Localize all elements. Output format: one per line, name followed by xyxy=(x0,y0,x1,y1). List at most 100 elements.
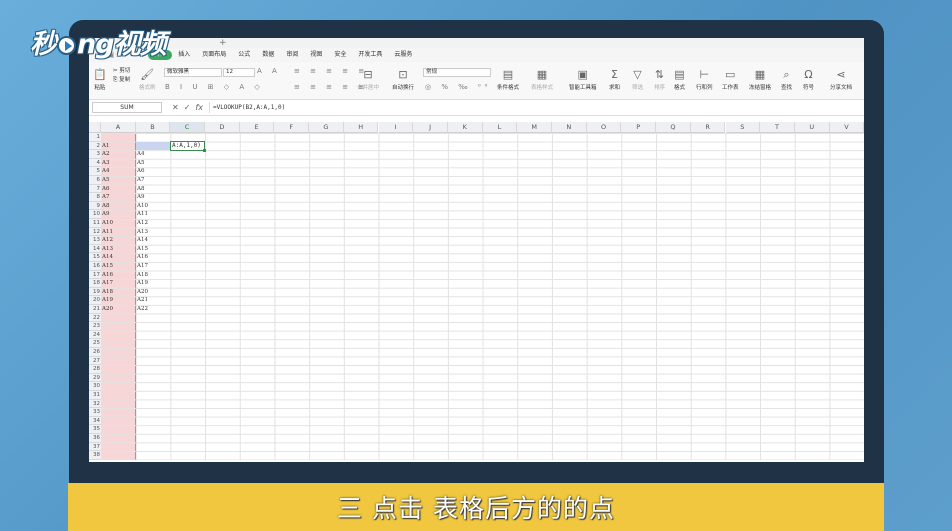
cell[interactable]: A16 xyxy=(101,271,113,280)
smart-tools-button[interactable]: ▣ 智能工具箱 xyxy=(569,68,597,91)
column-header[interactable]: S xyxy=(725,122,761,133)
row-header[interactable]: 35 xyxy=(89,425,101,434)
cell[interactable]: A19 xyxy=(101,296,113,305)
row-header[interactable]: 28 xyxy=(89,365,101,374)
menu-tab[interactable]: 开发工具 xyxy=(352,50,388,60)
cell[interactable]: A7 xyxy=(101,193,109,202)
row-header[interactable]: 24 xyxy=(89,330,101,340)
cell[interactable]: A13 xyxy=(136,228,148,237)
cell[interactable]: A6 xyxy=(136,167,144,176)
column-header[interactable]: G xyxy=(309,122,344,133)
row-header[interactable]: 21 xyxy=(89,305,101,314)
filter-button[interactable]: ▽ 筛选 xyxy=(632,68,643,91)
select-all-corner[interactable] xyxy=(89,122,101,133)
name-box[interactable]: SUM xyxy=(92,102,162,113)
cell[interactable]: A20 xyxy=(101,305,113,314)
cell[interactable]: A11 xyxy=(136,210,148,219)
row-header[interactable]: 7 xyxy=(89,184,101,194)
menu-tab[interactable]: 云服务 xyxy=(388,50,418,60)
row-header[interactable]: 33 xyxy=(89,408,101,417)
column-header[interactable]: L xyxy=(482,122,518,133)
cell[interactable]: A8 xyxy=(136,185,144,194)
cell[interactable]: A7 xyxy=(136,176,144,185)
row-header[interactable]: 38 xyxy=(89,451,101,460)
row-header[interactable]: 30 xyxy=(89,382,101,391)
fill-handle[interactable] xyxy=(203,149,206,153)
row-header[interactable]: 19 xyxy=(89,287,101,297)
column-header[interactable]: Q xyxy=(656,122,691,133)
column-header[interactable]: I xyxy=(378,122,414,133)
cell[interactable]: A9 xyxy=(101,210,109,219)
row-header[interactable]: 12 xyxy=(89,227,101,237)
cell[interactable]: A12 xyxy=(101,236,113,245)
menu-tab[interactable]: 安全 xyxy=(328,50,352,60)
column-header[interactable]: R xyxy=(690,122,726,133)
row-header[interactable]: 18 xyxy=(89,279,101,288)
sum-button[interactable]: Σ 求和 xyxy=(609,68,620,91)
row-header[interactable]: 15 xyxy=(89,253,101,262)
column-header[interactable]: H xyxy=(343,122,379,133)
row-header[interactable]: 2 xyxy=(89,141,101,151)
cell[interactable]: A10 xyxy=(101,219,113,228)
row-header[interactable]: 27 xyxy=(89,356,101,366)
number-format-icons[interactable]: ◎ % ‰ ⁰⁰ xyxy=(425,83,491,91)
freeze-button[interactable]: ▦ 冻结窗格 xyxy=(749,68,771,91)
cell[interactable]: A8 xyxy=(101,202,109,211)
column-header[interactable]: N xyxy=(552,122,587,133)
cell[interactable]: A12 xyxy=(136,219,148,228)
cell[interactable]: A14 xyxy=(136,236,148,245)
row-header[interactable]: 29 xyxy=(89,373,101,383)
column-header[interactable]: B xyxy=(136,122,170,133)
menu-tab[interactable]: 视图 xyxy=(304,50,328,60)
font-name-select[interactable]: 微软雅黑 xyxy=(164,68,222,77)
column-header[interactable]: K xyxy=(447,122,483,133)
menu-tab[interactable]: 数据 xyxy=(256,50,280,60)
font-size-select[interactable]: 12 xyxy=(223,68,255,77)
cancel-icon[interactable]: ✕ xyxy=(172,103,179,112)
wrap-button[interactable]: ⊡ 自动换行 xyxy=(392,68,414,91)
cell[interactable]: A18 xyxy=(101,288,113,297)
cell[interactable]: A10 xyxy=(136,202,148,211)
cell[interactable]: A4 xyxy=(136,150,144,159)
new-tab-button[interactable]: + xyxy=(219,38,227,48)
row-header[interactable]: 16 xyxy=(89,262,101,271)
cell[interactable]: A6 xyxy=(101,185,109,194)
copy-button[interactable]: ⎘ 复制 xyxy=(113,76,130,85)
cell[interactable]: A17 xyxy=(136,262,148,271)
row-header[interactable]: 14 xyxy=(89,244,101,254)
row-header[interactable]: 22 xyxy=(89,313,101,323)
menu-tab[interactable]: 公式 xyxy=(232,50,256,60)
row-header[interactable]: 5 xyxy=(89,167,101,176)
number-format-select[interactable]: 常规 xyxy=(423,68,491,77)
row-header[interactable]: 1 xyxy=(89,133,101,142)
cell[interactable]: A22 xyxy=(136,305,148,314)
row-header[interactable]: 6 xyxy=(89,176,101,185)
cell[interactable]: A11 xyxy=(101,228,113,237)
row-header[interactable]: 13 xyxy=(89,236,101,245)
table-style-button[interactable]: ▦ 表格样式 xyxy=(531,68,553,91)
cell[interactable]: A18 xyxy=(136,271,148,280)
paste-button[interactable]: 📋 粘贴 xyxy=(93,68,107,91)
column-header[interactable]: O xyxy=(586,122,622,133)
fx-icon[interactable]: fx xyxy=(195,103,203,112)
row-header[interactable]: 11 xyxy=(89,219,101,228)
cell[interactable]: A19 xyxy=(136,279,148,288)
conditional-format-button[interactable]: ▤ 条件格式 xyxy=(497,68,519,91)
sheet-button[interactable]: ▭ 工作表 xyxy=(722,68,739,91)
cell[interactable]: A16 xyxy=(136,253,148,262)
merge-button[interactable]: ⊟ 合并居中 xyxy=(357,68,379,91)
row-header[interactable]: 3 xyxy=(89,150,101,159)
column-header[interactable]: U xyxy=(794,122,830,133)
column-header[interactable]: V xyxy=(829,122,864,133)
row-header[interactable]: 17 xyxy=(89,270,101,280)
cell[interactable]: A5 xyxy=(136,159,144,168)
find-button[interactable]: ⌕ 查找 xyxy=(781,68,792,91)
row-header[interactable]: 4 xyxy=(89,158,101,168)
column-header[interactable]: E xyxy=(239,122,275,133)
column-header[interactable]: T xyxy=(760,122,795,133)
referenced-cell-b2[interactable] xyxy=(136,141,170,151)
cell[interactable]: A3 xyxy=(101,159,109,168)
column-header[interactable]: J xyxy=(413,122,448,133)
cell[interactable]: A1 xyxy=(101,142,109,151)
row-header[interactable]: 25 xyxy=(89,339,101,348)
